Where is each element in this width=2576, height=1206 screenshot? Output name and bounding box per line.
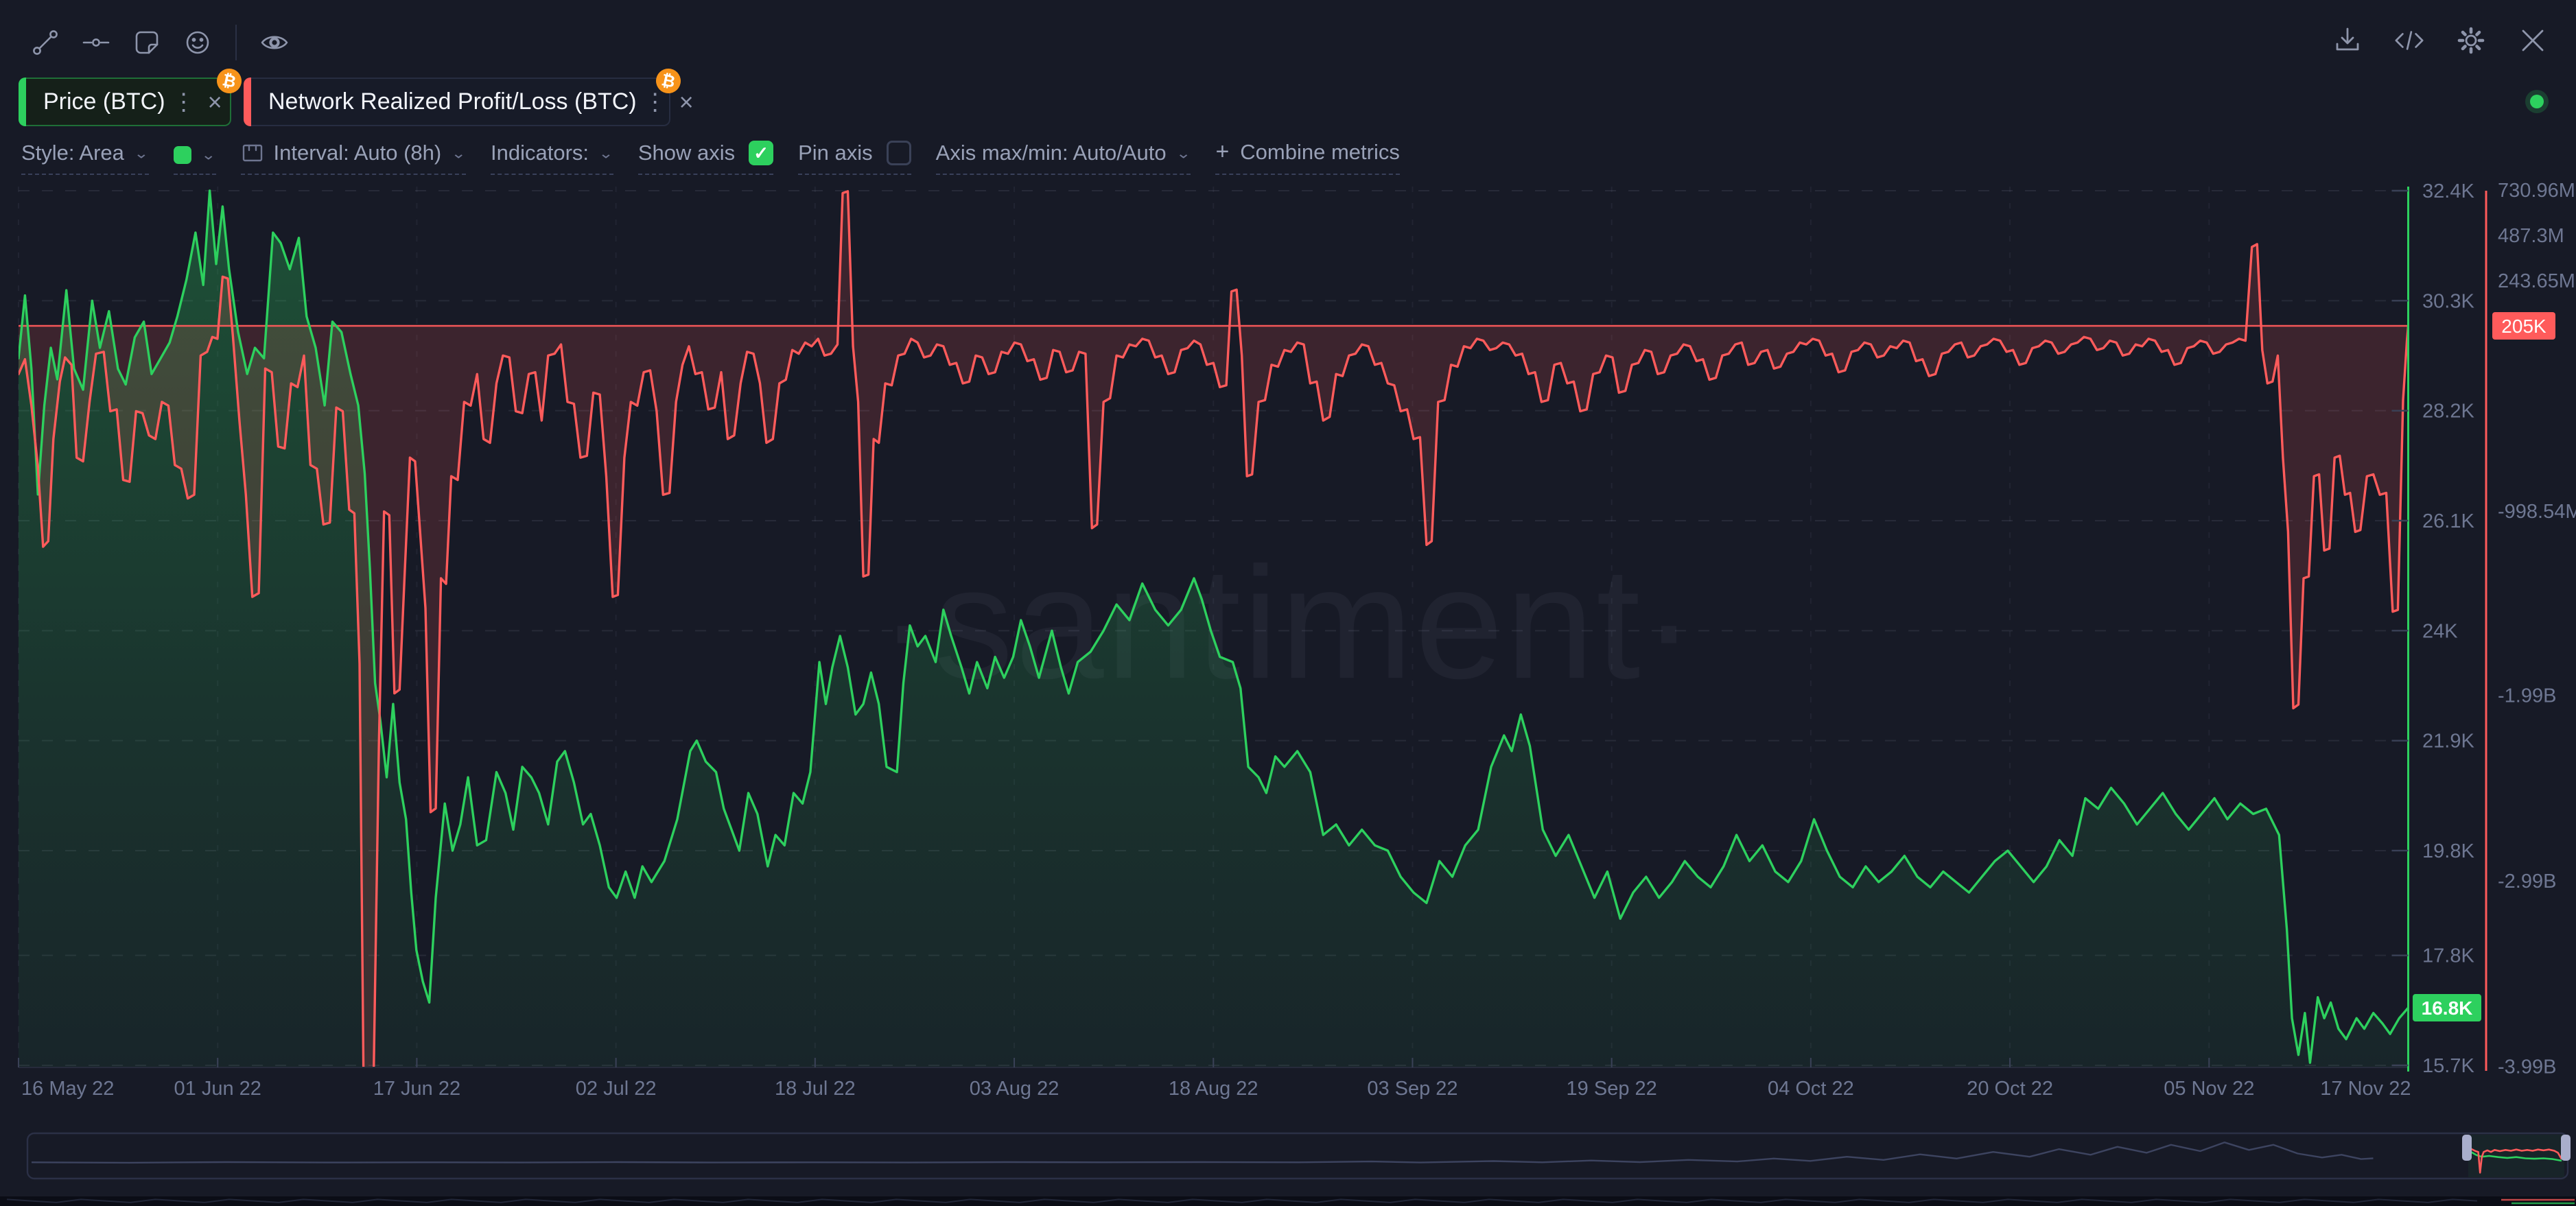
- price-axis-label: 28.2K: [2422, 401, 2474, 423]
- x-axis-label: 03 Sep 22: [1367, 1078, 1457, 1100]
- main-chart[interactable]: 16 May 22 01 Jun 22 17 Jun 22 02 Jul 22 18 J…: [0, 0, 2576, 1206]
- x-axis-label: 03 Aug 22: [970, 1078, 1059, 1100]
- x-axis-label: 04 Oct 22: [1768, 1078, 1854, 1100]
- nrpl-axis-label: -2.99B: [2498, 871, 2556, 892]
- x-axis-label: 20 Oct 22: [1967, 1078, 2053, 1100]
- price-axis-label: 26.1K: [2422, 510, 2474, 532]
- nrpl-axis-label: 730.96M: [2498, 180, 2575, 202]
- minimap-left-handle[interactable]: [2462, 1135, 2472, 1161]
- x-axis-label: 19 Sep 22: [1567, 1078, 1657, 1100]
- nrpl-axis-label: -998.54M: [2498, 501, 2576, 523]
- price-axis-label: 32.4K: [2422, 180, 2474, 202]
- minimap-frame: [27, 1133, 2568, 1179]
- nrpl-last-value-badge: 205K: [2492, 312, 2555, 340]
- price-axis-label: 17.8K: [2422, 945, 2474, 967]
- price-axis-label: 19.8K: [2422, 840, 2474, 862]
- x-axis-label: 18 Jul 22: [775, 1078, 856, 1100]
- price-last-value-badge: 16.8K: [2413, 994, 2481, 1021]
- x-axis-label: 17 Nov 22: [2320, 1078, 2411, 1100]
- nrpl-axis-label: -1.99B: [2498, 685, 2556, 707]
- price-axis: 32.4K 30.3K 28.2K 26.1K 24K 21.9K 19.8K 17.8K 15…: [2392, 180, 2475, 1077]
- bottom-strip: [0, 1196, 2576, 1206]
- price-axis-label: 24K: [2422, 620, 2458, 642]
- x-axis-label: 02 Jul 22: [576, 1078, 657, 1100]
- x-axis-label: 18 Aug 22: [1169, 1078, 1258, 1100]
- price-axis-label: 15.7K: [2422, 1055, 2474, 1077]
- x-axis-label: 17 Jun 22: [373, 1078, 460, 1100]
- x-axis-label: 01 Jun 22: [174, 1078, 261, 1100]
- live-status-dot: [2525, 90, 2549, 113]
- nrpl-axis-label: 243.65M: [2498, 270, 2575, 292]
- svg-text:16.8K: 16.8K: [2422, 997, 2473, 1019]
- minimap[interactable]: [27, 1133, 2571, 1179]
- svg-text:205K: 205K: [2501, 316, 2546, 337]
- price-axis-label: 30.3K: [2422, 290, 2474, 312]
- chart-widget: Price (BTC) ⋮ × ₿ Network Realized Profi…: [0, 0, 2576, 1206]
- plot-area[interactable]: [19, 191, 2409, 1152]
- x-axis-label: 05 Nov 22: [2164, 1078, 2254, 1100]
- minimap-right-handle[interactable]: [2561, 1135, 2571, 1161]
- nrpl-axis-label: 487.3M: [2498, 225, 2564, 247]
- x-axis-label: 16 May 22: [21, 1078, 114, 1100]
- minimap-history-line: [32, 1142, 2374, 1163]
- nrpl-axis-label: -3.99B: [2498, 1056, 2556, 1078]
- price-axis-label: 21.9K: [2422, 731, 2474, 753]
